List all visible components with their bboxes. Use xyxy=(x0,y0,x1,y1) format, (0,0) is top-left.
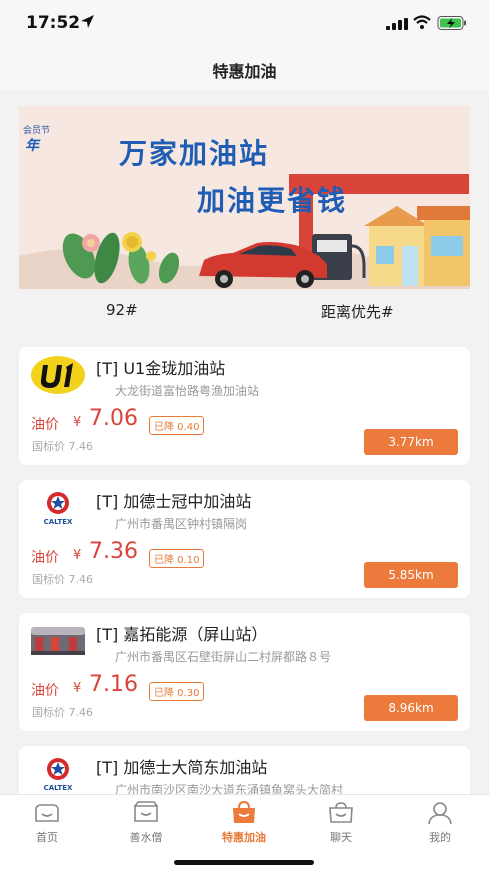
tab-home[interactable]: 首页 xyxy=(17,801,77,845)
station-name: [T] U1金珑加油站 xyxy=(96,359,226,378)
banner-headline: 万家加油站 xyxy=(119,137,270,170)
sort-filter[interactable]: 距离优先# xyxy=(321,301,394,322)
caltex-text: CALTEX xyxy=(44,518,73,526)
caltex-logo-icon: CALTEX xyxy=(29,488,87,528)
price-label: 油价 xyxy=(31,683,59,699)
chat-icon xyxy=(329,802,353,823)
price-drop-badge: 已降 0.10 xyxy=(149,549,205,568)
status-time: 17:52 xyxy=(26,13,81,33)
fuel-price: 7.16 xyxy=(89,672,138,697)
home-icon xyxy=(35,804,59,822)
tab-label: 善水僧 xyxy=(129,831,163,844)
price-drop-badge: 已降 0.40 xyxy=(149,416,205,435)
station-address: 大龙街道富怡路粤渔加油站 xyxy=(115,384,260,398)
cellular-signal-icon xyxy=(386,18,408,30)
caltex-logo-icon: CALTEX xyxy=(29,754,87,794)
station-card[interactable]: [T] 嘉拓能源（屏山站） 广州市番禺区石壁街屏山二村屏都路８号 油价 ¥ 7.… xyxy=(19,613,470,731)
station-name: [T] 加德士大简东加油站 xyxy=(96,758,268,777)
tab-profile[interactable]: 我的 xyxy=(410,801,470,845)
page-title: 特惠加油 xyxy=(212,62,277,81)
u1-logo-icon xyxy=(29,355,87,395)
tab-fuel-discount[interactable]: 特惠加油 xyxy=(214,801,274,845)
station-address: 广州市番禺区石壁街屏山二村屏都路８号 xyxy=(115,650,332,664)
station-photo-icon xyxy=(29,621,87,661)
tab-shop[interactable]: 善水僧 xyxy=(116,801,176,845)
national-price: 国标价 7.46 xyxy=(32,440,93,453)
currency-symbol: ¥ xyxy=(73,415,82,430)
tab-label: 首页 xyxy=(36,831,58,844)
distance-button[interactable]: 5.85km xyxy=(364,562,458,588)
banner-subheadline: 加油更省钱 xyxy=(197,184,348,217)
banner-logo: 年 xyxy=(25,138,39,154)
station-card[interactable]: CALTEX [T] 加德士冠中加油站 广州市番禺区钟村镇隔岗 油价 ¥ 7.3… xyxy=(19,480,470,598)
wifi-icon xyxy=(413,15,431,29)
station-address: 广州市番禺区钟村镇隔岗 xyxy=(115,517,248,531)
fuel-price: 7.06 xyxy=(89,406,138,431)
fuel-type-filter[interactable]: 92# xyxy=(106,301,138,319)
filter-bar: 92# 距离优先# xyxy=(0,289,489,333)
price-label: 油价 xyxy=(31,550,59,566)
currency-symbol: ¥ xyxy=(73,548,82,563)
battery-charging-icon xyxy=(437,16,466,30)
station-name: [T] 嘉拓能源（屏山站） xyxy=(96,625,268,644)
home-indicator xyxy=(174,860,314,865)
tab-label: 聊天 xyxy=(330,831,352,844)
tab-chat[interactable]: 聊天 xyxy=(311,801,371,845)
currency-symbol: ¥ xyxy=(73,681,82,696)
price-drop-badge: 已降 0.30 xyxy=(149,682,205,701)
tab-label: 特惠加油 xyxy=(222,831,266,844)
promo-banner[interactable]: 会员节 年 万家加油站 加油更省钱 xyxy=(19,106,470,289)
tab-label: 我的 xyxy=(429,831,451,844)
station-card[interactable]: [T] U1金珑加油站 大龙街道富怡路粤渔加油站 油价 ¥ 7.06 已降 0.… xyxy=(19,347,470,465)
fuel-bag-icon xyxy=(233,801,255,823)
nav-bar: 特惠加油 xyxy=(0,48,489,90)
fuel-price: 7.36 xyxy=(89,539,138,564)
shop-icon xyxy=(134,801,158,822)
distance-button[interactable]: 8.96km xyxy=(364,695,458,721)
national-price: 国标价 7.46 xyxy=(32,706,93,719)
price-label: 油价 xyxy=(31,417,59,433)
station-name: [T] 加德士冠中加油站 xyxy=(96,492,252,511)
profile-icon xyxy=(428,802,452,825)
national-price: 国标价 7.46 xyxy=(32,573,93,586)
caltex-text: CALTEX xyxy=(44,784,73,792)
location-arrow-icon xyxy=(81,15,94,28)
distance-button[interactable]: 3.77km xyxy=(364,429,458,455)
status-bar: 17:52 xyxy=(0,0,489,48)
